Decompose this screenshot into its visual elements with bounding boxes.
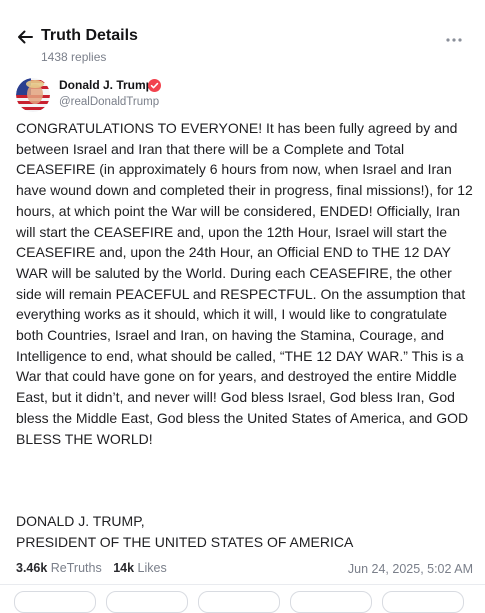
more-actions-button[interactable]: [382, 591, 464, 613]
verified-badge-icon: [148, 79, 161, 92]
retruths-count: 3.46k: [16, 561, 48, 575]
retruths-stat[interactable]: 3.46k ReTruths: [16, 561, 102, 575]
author-handle[interactable]: @realDonaldTrump: [59, 96, 159, 108]
author-name[interactable]: Donald J. Trump: [59, 78, 153, 92]
signature-name: DONALD J. TRUMP,: [16, 513, 145, 529]
like-button[interactable]: [198, 591, 280, 613]
retruths-label: ReTruths: [50, 561, 102, 575]
post-signature: DONALD J. TRUMP, PRESIDENT OF THE UNITED…: [16, 511, 456, 553]
signature-title: PRESIDENT OF THE UNITED STATES OF AMERIC…: [16, 534, 354, 550]
likes-label: Likes: [137, 561, 167, 575]
reply-count: 1438 replies: [41, 50, 107, 64]
header-bar: Truth Details 1438 replies: [0, 0, 485, 70]
page-title: Truth Details: [41, 27, 138, 44]
post-timestamp: Jun 24, 2025, 5:02 AM: [347, 562, 473, 576]
more-horizontal-icon[interactable]: [445, 37, 463, 43]
post-body: CONGRATULATIONS TO EVERYONE! It has been…: [16, 120, 473, 447]
avatar-image: [16, 78, 50, 112]
post-stats: 3.46k ReTruths 14k Likes: [16, 561, 175, 575]
likes-count: 14k: [113, 561, 135, 575]
share-button[interactable]: [290, 591, 372, 613]
avatar[interactable]: [16, 78, 50, 112]
divider: [0, 584, 485, 585]
arrow-left-icon[interactable]: [16, 28, 34, 46]
reply-button[interactable]: [14, 591, 96, 613]
retruth-button[interactable]: [106, 591, 188, 613]
likes-stat[interactable]: 14k Likes: [113, 561, 167, 575]
